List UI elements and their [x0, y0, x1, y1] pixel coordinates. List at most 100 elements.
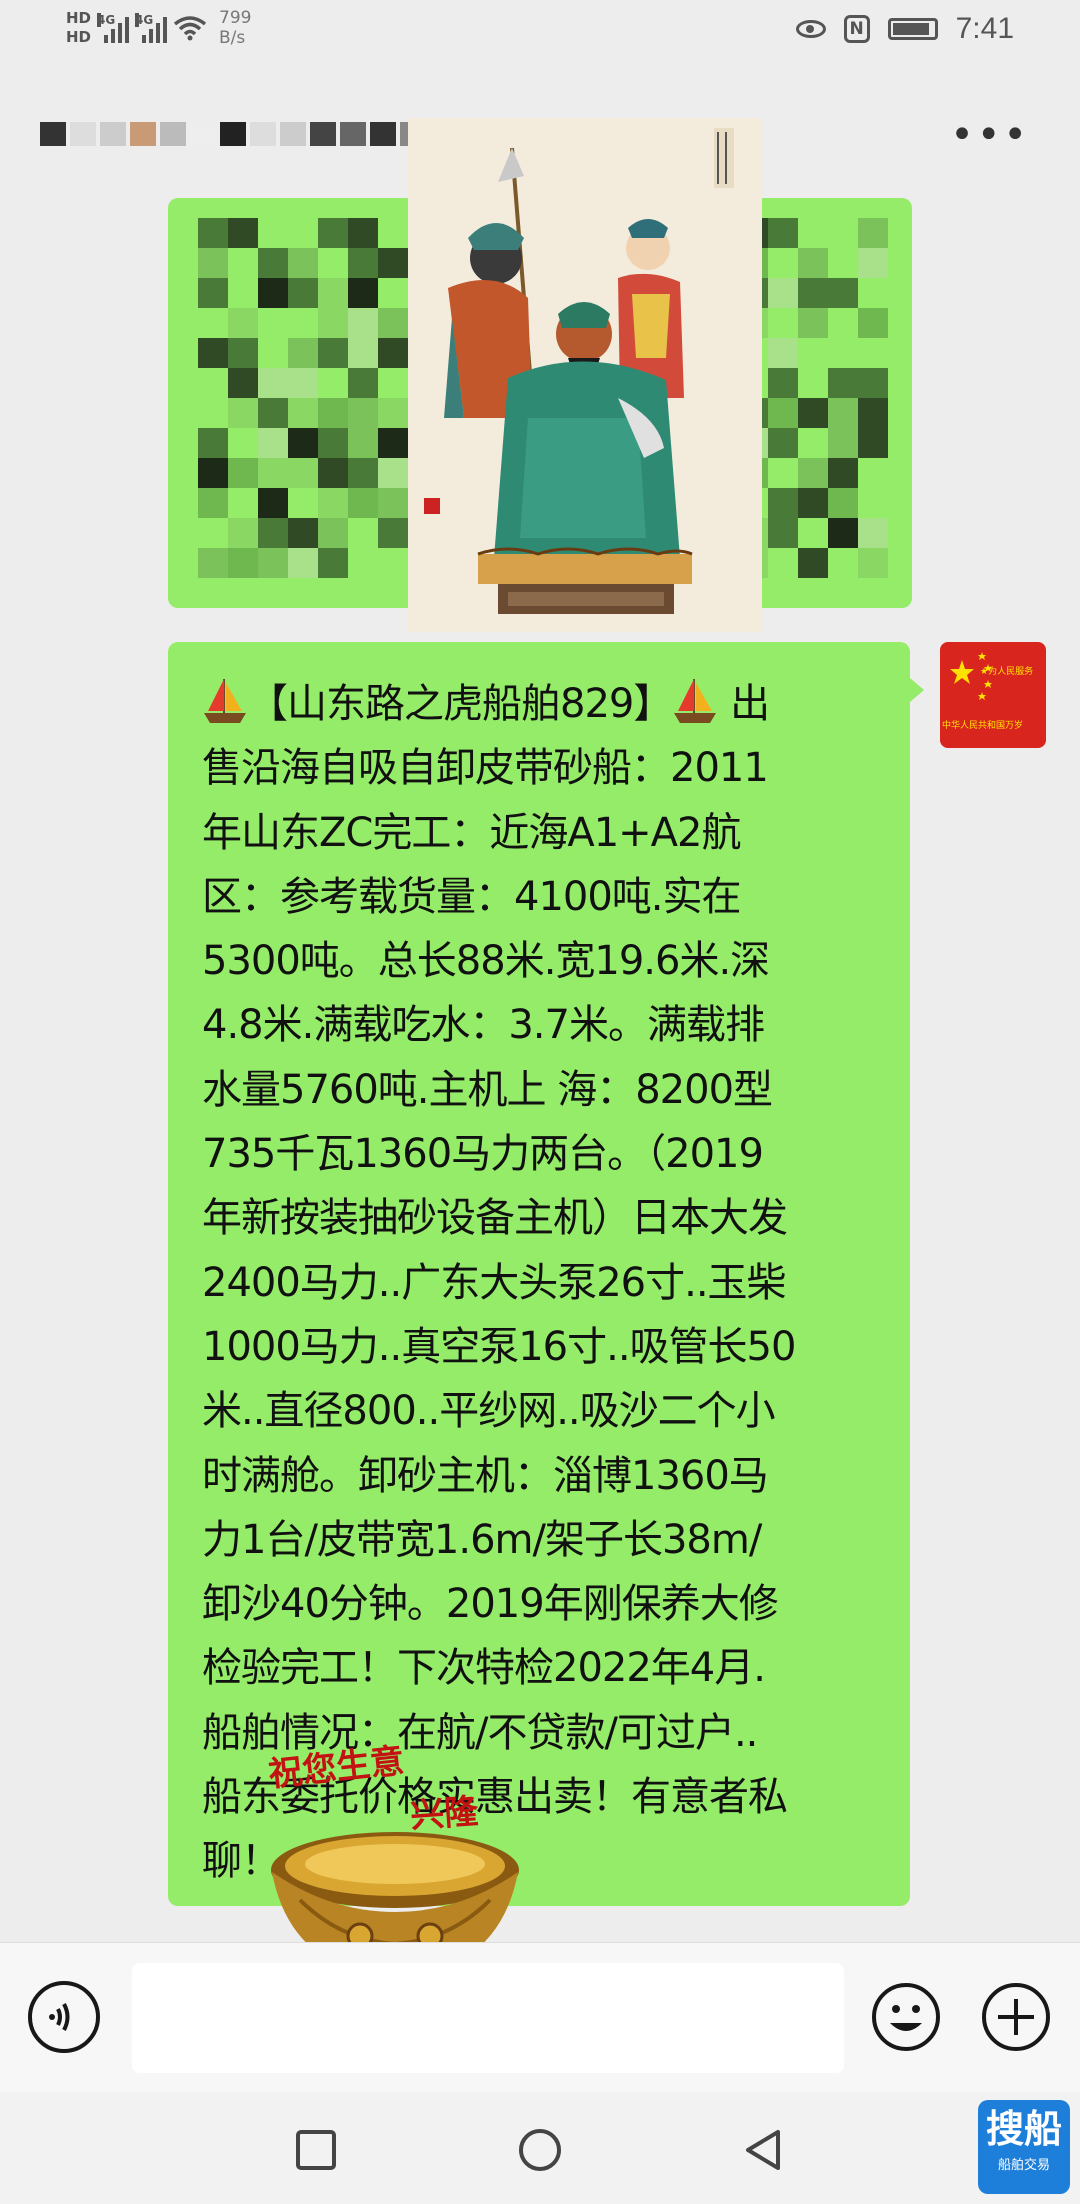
mosaic-cell — [228, 518, 258, 548]
mosaic-cell — [258, 398, 288, 428]
mosaic-cell — [198, 458, 228, 488]
mosaic-cell — [768, 368, 798, 398]
mosaic-cell — [858, 548, 888, 578]
mosaic-cell — [258, 218, 288, 248]
mosaic-cell — [828, 368, 858, 398]
mosaic-cell — [798, 308, 828, 338]
mosaic-cell — [288, 488, 318, 518]
message-line: 检验完工！下次特检2022年4月. — [202, 1645, 766, 1692]
mosaic-cell — [258, 548, 288, 578]
mosaic-cell — [348, 248, 378, 278]
mosaic-cell — [288, 458, 318, 488]
message-text: 【山东路之虎船舶829】 出 售沿海自吸自卸皮带砂船：2011 年山东ZC完工：… — [202, 672, 880, 1894]
clock: 7:41 — [955, 12, 1014, 45]
mosaic-cell — [258, 338, 288, 368]
mosaic-cell — [198, 278, 228, 308]
mosaic-cell — [348, 428, 378, 458]
mosaic-cell — [198, 428, 228, 458]
message-bubble-text[interactable]: 【山东路之虎船舶829】 出 售沿海自吸自卸皮带砂船：2011 年山东ZC完工：… — [168, 642, 924, 1906]
watermark-logo: 搜船 船舶交易 — [978, 2100, 1070, 2194]
mosaic-cell — [288, 308, 318, 338]
mosaic-cell — [378, 458, 408, 488]
mosaic-cell — [198, 548, 228, 578]
network-type-1: 4G — [97, 13, 116, 27]
mosaic-cell — [228, 248, 258, 278]
mosaic-cell — [288, 218, 318, 248]
watermark-main: 搜船 — [985, 2107, 1062, 2151]
mosaic-cell — [198, 338, 228, 368]
mosaic-cell — [798, 368, 828, 398]
mosaic-cell — [798, 338, 828, 368]
mosaic-cell — [798, 218, 828, 248]
back-icon[interactable] — [740, 2126, 788, 2174]
message-line: 卸沙40分钟。2019年刚保养大修 — [202, 1581, 779, 1628]
mosaic-cell — [768, 518, 798, 548]
mosaic-cell — [258, 248, 288, 278]
mosaic-cell — [378, 368, 408, 398]
mosaic-cell — [828, 218, 858, 248]
mosaic-cell — [798, 278, 828, 308]
mosaic-cell — [318, 428, 348, 458]
mosaic-cell — [798, 548, 828, 578]
message-line: 1000马力..真空泵16寸..吸管长50 — [202, 1323, 796, 1370]
mosaic-cell — [348, 368, 378, 398]
mosaic-cell — [228, 428, 258, 458]
signal-icon: 4G — [97, 13, 130, 43]
net-speed: 799 B/s — [219, 8, 251, 48]
home-icon[interactable] — [516, 2126, 564, 2174]
painting-image[interactable] — [408, 118, 762, 632]
system-nav-bar — [0, 2092, 1080, 2204]
mosaic-cell — [348, 458, 378, 488]
mosaic-cell — [288, 278, 318, 308]
mosaic-cell — [288, 338, 318, 368]
mosaic-cell — [228, 488, 258, 518]
painting-illustration — [408, 118, 762, 632]
recent-apps-icon[interactable] — [292, 2126, 340, 2174]
signal-icon-2: 4G — [135, 13, 168, 43]
mosaic-cell — [288, 548, 318, 578]
mosaic-cell — [768, 428, 798, 458]
wifi-icon — [173, 16, 207, 41]
mosaic-cell — [858, 458, 888, 488]
mosaic-cell — [258, 518, 288, 548]
mosaic-cell — [858, 398, 888, 428]
avatar[interactable]: ★为人民服务 中华人民共和国万岁 — [940, 642, 1046, 748]
mosaic-cell — [258, 368, 288, 398]
mosaic-cell — [828, 548, 858, 578]
mosaic-cell — [378, 218, 408, 248]
mosaic-cell — [318, 398, 348, 428]
mosaic-cell — [288, 518, 318, 548]
mosaic-cell — [288, 248, 318, 278]
mosaic-cell — [828, 428, 858, 458]
mosaic-cell — [318, 218, 348, 248]
message-line: 4.8米.满载吃水：3.7米。满载排 — [202, 1002, 765, 1049]
mosaic-cell — [858, 368, 888, 398]
mosaic-cell — [198, 398, 228, 428]
mosaic-cell — [768, 548, 798, 578]
message-line: 年新按装抽砂设备主机）日本大发 — [202, 1195, 788, 1242]
mosaic-cell — [348, 278, 378, 308]
message-input[interactable] — [132, 1963, 844, 2073]
emoji-icon[interactable] — [870, 1981, 942, 2053]
mosaic-cell — [348, 308, 378, 338]
voice-icon[interactable] — [28, 1981, 100, 2053]
message-line: 售沿海自吸自卸皮带砂船：2011 — [202, 745, 769, 792]
mosaic-cell — [198, 308, 228, 338]
mosaic-cell — [858, 428, 888, 458]
mosaic-cell — [258, 458, 288, 488]
message-line: 735千瓦1360马力两台。（2019 — [202, 1131, 764, 1178]
mosaic-cell — [318, 548, 348, 578]
mosaic-cell — [318, 248, 348, 278]
battery-icon — [887, 18, 938, 40]
plus-icon[interactable] — [980, 1981, 1052, 2053]
avatar-text-2: 中华人民共和国万岁 — [942, 721, 1024, 731]
mosaic-cell — [258, 428, 288, 458]
mosaic-cell — [348, 338, 378, 368]
status-right: N 7:41 — [795, 12, 1014, 46]
mosaic-cell — [318, 368, 348, 398]
message-line: 时满舱。卸砂主机：淄博1360马 — [202, 1452, 769, 1499]
more-options-button[interactable]: ••• — [950, 115, 1030, 155]
mosaic-cell — [378, 488, 408, 518]
net-speed-unit: B/s — [219, 28, 246, 48]
mosaic-cell — [288, 368, 318, 398]
